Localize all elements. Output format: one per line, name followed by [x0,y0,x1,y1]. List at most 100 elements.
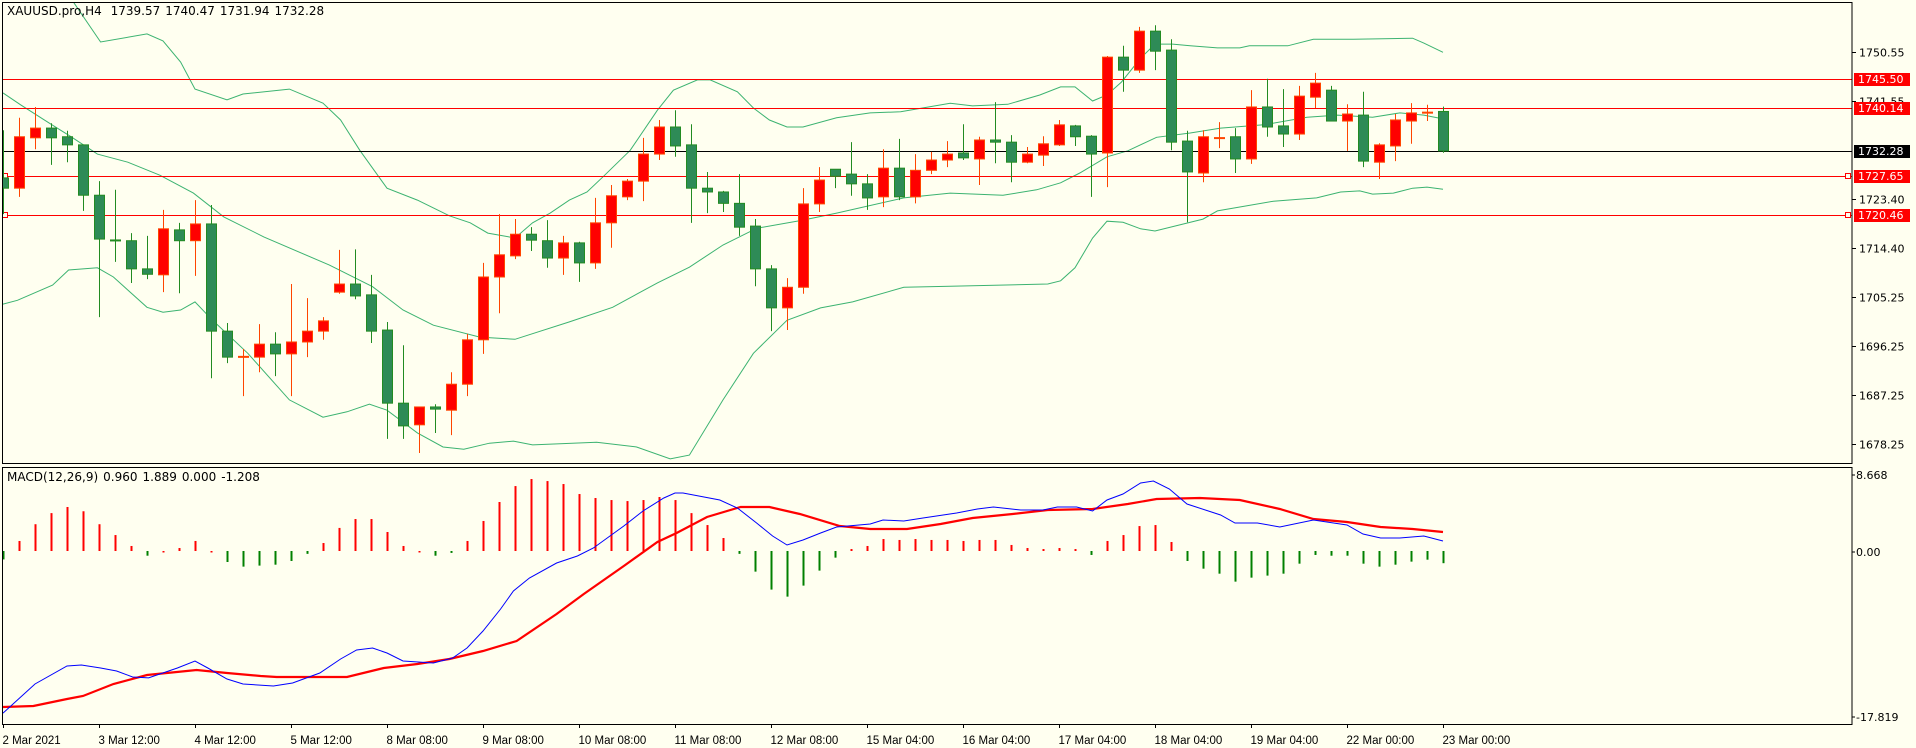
time-tick-label: 8 Mar 08:00 [387,735,448,747]
candle-body [1246,106,1257,160]
time-tick-label: 17 Mar 04:00 [1059,735,1127,747]
macd-histogram-bar [1010,544,1013,551]
macd-histogram-bar [546,481,549,551]
candle-body [1294,95,1305,135]
macd-histogram-bar [434,551,437,556]
macd-histogram-bar [578,494,581,551]
candle-body [1262,106,1273,128]
price-chart[interactable]: 1750.551741.551723.401714.401705.251696.… [0,0,1916,748]
macd-histogram-bar [898,539,901,551]
macd-histogram-bar [354,519,357,551]
time-tick-label: 19 Mar 04:00 [1251,735,1319,747]
macd-histogram-bar [274,551,277,565]
macd-histogram-bar [194,540,197,551]
macd-histogram-bar [178,548,181,551]
candle-body [558,242,569,259]
macd-histogram-bar [50,513,53,551]
candle-body [814,179,825,205]
time-tick-label: 22 Mar 00:00 [1347,735,1415,747]
macd-histogram-bar [370,519,373,551]
time-tick-label: 12 Mar 08:00 [771,735,839,747]
macd-histogram-bar [690,513,693,551]
symbol-label: XAUUSD.pro,H4 [7,4,102,18]
price-tick-label: 1678.25 [1859,439,1905,452]
candle-body [174,229,185,242]
candle-doji [238,355,249,358]
level-handle-right[interactable] [1845,173,1851,179]
macd-histogram-bar [642,500,645,551]
price-tick-label: 1687.25 [1859,390,1905,403]
candle-body [654,126,665,155]
candle-body [782,286,793,309]
candle-body [1086,135,1097,155]
candle-body [1278,125,1289,135]
candle-body [1182,140,1193,173]
candle-body [190,223,201,242]
candle-body [1390,119,1401,147]
candle-body [846,173,857,185]
macd-header: MACD(12,26,9) 0.960 1.889 0.000 -1.208 [7,470,265,484]
candle-body [446,383,457,411]
candle-body [638,153,649,182]
candle-body [46,127,57,139]
time-tick-label: 2 Mar 2021 [3,735,61,747]
macd-histogram-bar [1186,551,1189,561]
candle-body [1358,114,1369,162]
macd-histogram-bar [1346,551,1349,556]
macd-histogram-bar [34,524,37,551]
candle-body [718,191,729,204]
candle-body [1118,56,1129,71]
time-tick-label: 23 Mar 00:00 [1443,735,1511,747]
candle-body [1150,30,1161,52]
macd-histogram-bar [1026,548,1029,551]
level-handle-right[interactable] [1845,212,1851,218]
macd-histogram-bar [482,520,485,551]
candle-body [286,341,297,355]
bear-candle [1166,39,1177,151]
candle-body [1342,113,1353,122]
candle-body [1070,125,1081,138]
macd-histogram-bar [530,479,533,551]
macd-histogram-bar [498,501,501,551]
open-value: 1739.57 [110,4,161,18]
macd-histogram-bar [18,540,21,551]
candle-body [334,283,345,293]
macd-histogram-bar [1394,551,1397,565]
macd-histogram-bar [818,551,821,571]
level-price-label: 1732.28 [1858,145,1904,158]
macd-histogram-bar [1298,551,1301,564]
candle-body [462,339,473,385]
macd-histogram-bar [322,543,325,551]
macd-histogram-bar [1138,526,1141,551]
macd-histogram-bar [162,551,165,553]
candle-body [606,195,617,224]
candle-body [1166,49,1177,143]
candle-body [830,168,841,177]
macd-histogram-bar [1106,540,1109,551]
macd-histogram-bar [882,539,885,551]
macd-histogram-bar [1202,551,1205,569]
macd-histogram-bar [402,545,405,551]
candle-body [414,406,425,426]
price-tick-label: 1705.25 [1859,292,1905,305]
candle-body [1438,110,1449,152]
macd-histogram-bar [1250,551,1253,578]
candle-body [1230,136,1241,160]
macd-value-3: 0.000 [181,470,217,484]
level-price-label: 1727.65 [1858,170,1904,183]
macd-histogram-bar [226,551,229,563]
macd-histogram-bar [98,524,101,551]
price-tick-label: 1696.25 [1859,341,1905,354]
candle-body [430,406,441,410]
macd-histogram-bar [626,501,629,551]
price-tick-label: 1723.40 [1859,194,1905,207]
close-value: 1732.28 [274,4,325,18]
macd-histogram-bar [258,551,261,566]
candle-body [206,223,217,332]
candle-body [302,330,313,343]
macd-histogram-bar [1282,551,1285,574]
macd-histogram-bar [674,500,677,551]
candle-body [942,153,953,161]
time-tick-label: 16 Mar 04:00 [963,735,1031,747]
candle-body [1326,89,1337,122]
